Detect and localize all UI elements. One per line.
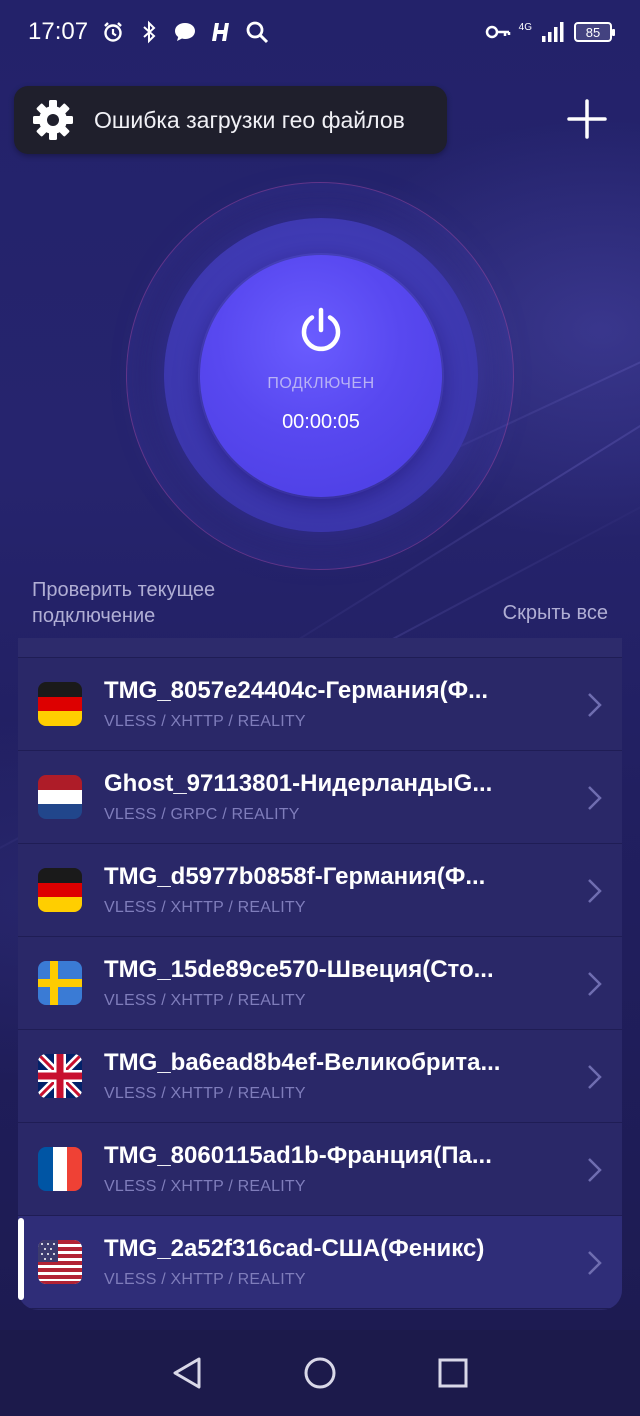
server-name: TMG_8060115ad1b-Франция(Па...	[104, 1142, 492, 1169]
france-flag-icon	[38, 1147, 82, 1191]
connect-toggle-button[interactable]: ПОДКЛЮЧЕН 00:00:05	[200, 255, 442, 497]
alarm-icon	[100, 19, 126, 45]
connection-timer: 00:00:05	[282, 411, 360, 433]
chevron-right-icon	[588, 879, 602, 903]
uk-flag-icon	[38, 1054, 82, 1098]
message-icon	[172, 19, 198, 45]
recents-button[interactable]	[433, 1353, 473, 1393]
list-cut-row	[18, 638, 622, 658]
power-icon	[297, 307, 345, 355]
netherlands-flag-icon	[38, 775, 82, 819]
server-item[interactable]: TMG_8060115ad1b-Франция(Па... VLESS / XH…	[18, 1123, 622, 1216]
signal-icon	[540, 19, 566, 45]
chevron-right-icon	[588, 1251, 602, 1275]
network-type: 4G	[518, 21, 532, 33]
chevron-right-icon	[588, 1158, 602, 1182]
back-triangle-icon	[173, 1357, 201, 1389]
system-nav-bar	[0, 1330, 640, 1416]
app-h-icon	[208, 19, 234, 45]
search-icon	[244, 19, 270, 45]
gear-icon	[32, 99, 74, 141]
server-protocol: VLESS / XHTTP / REALITY	[104, 899, 306, 916]
server-item-selected[interactable]: TMG_2a52f316cad-США(Феникс) VLESS / XHTT…	[18, 1216, 622, 1309]
server-name: Ghost_97113801-НидерландыG...	[104, 770, 493, 797]
back-button[interactable]	[167, 1353, 207, 1393]
server-protocol: VLESS / XHTTP / REALITY	[104, 1178, 306, 1195]
home-button[interactable]	[300, 1353, 340, 1393]
toast-message: Ошибка загрузки гео файлов	[94, 106, 405, 133]
server-item[interactable]: TMG_ba6ead8b4ef-Великобрита... VLESS / X…	[18, 1030, 622, 1123]
server-protocol: VLESS / XHTTP / REALITY	[104, 992, 306, 1009]
add-server-button[interactable]	[560, 92, 614, 146]
server-protocol: VLESS / XHTTP / REALITY	[104, 1085, 306, 1102]
chevron-right-icon	[588, 693, 602, 717]
chevron-right-icon	[588, 1065, 602, 1089]
server-protocol: VLESS / XHTTP / REALITY	[104, 1271, 306, 1288]
server-list: TMG_8057e24404c-Германия(Ф... VLESS / XH…	[18, 638, 622, 1310]
server-protocol: VLESS / XHTTP / REALITY	[104, 713, 306, 730]
server-name: TMG_d5977b0858f-Германия(Ф...	[104, 863, 486, 890]
server-name: TMG_15de89ce570-Швеция(Сто...	[104, 956, 494, 983]
connection-state: ПОДКЛЮЧЕН	[267, 375, 375, 392]
server-item[interactable]: Ghost_97113801-НидерландыG... VLESS / GR…	[18, 751, 622, 844]
plus-icon	[567, 99, 607, 139]
home-circle-icon	[304, 1357, 336, 1389]
battery-indicator: 85	[574, 22, 615, 42]
recents-square-icon	[438, 1358, 468, 1388]
germany-flag-icon	[38, 868, 82, 912]
vpn-key-icon	[485, 19, 511, 45]
server-name: TMG_8057e24404c-Германия(Ф...	[104, 677, 489, 704]
server-name: TMG_2a52f316cad-США(Феникс)	[104, 1235, 485, 1262]
selected-indicator	[18, 1218, 24, 1300]
server-protocol: VLESS / GRPC / REALITY	[104, 806, 300, 823]
chevron-right-icon	[588, 972, 602, 996]
hide-all-link[interactable]: Скрыть все	[503, 602, 608, 625]
server-item[interactable]: TMG_d5977b0858f-Германия(Ф... VLESS / XH…	[18, 844, 622, 937]
server-item[interactable]: TMG_15de89ce570-Швеция(Сто... VLESS / XH…	[18, 937, 622, 1030]
status-time: 17:07	[28, 18, 89, 45]
bluetooth-icon	[136, 19, 162, 45]
status-bar: 17:07 4G 85	[0, 0, 640, 64]
chevron-right-icon	[588, 786, 602, 810]
usa-flag-icon	[38, 1240, 82, 1284]
check-connection-link[interactable]: Проверить текущее подключение	[32, 577, 262, 629]
sweden-flag-icon	[38, 961, 82, 1005]
error-toast: Ошибка загрузки гео файлов	[14, 86, 447, 154]
germany-flag-icon	[38, 682, 82, 726]
server-item[interactable]: TMG_8057e24404c-Германия(Ф... VLESS / XH…	[18, 658, 622, 751]
server-name: TMG_ba6ead8b4ef-Великобрита...	[104, 1049, 501, 1076]
